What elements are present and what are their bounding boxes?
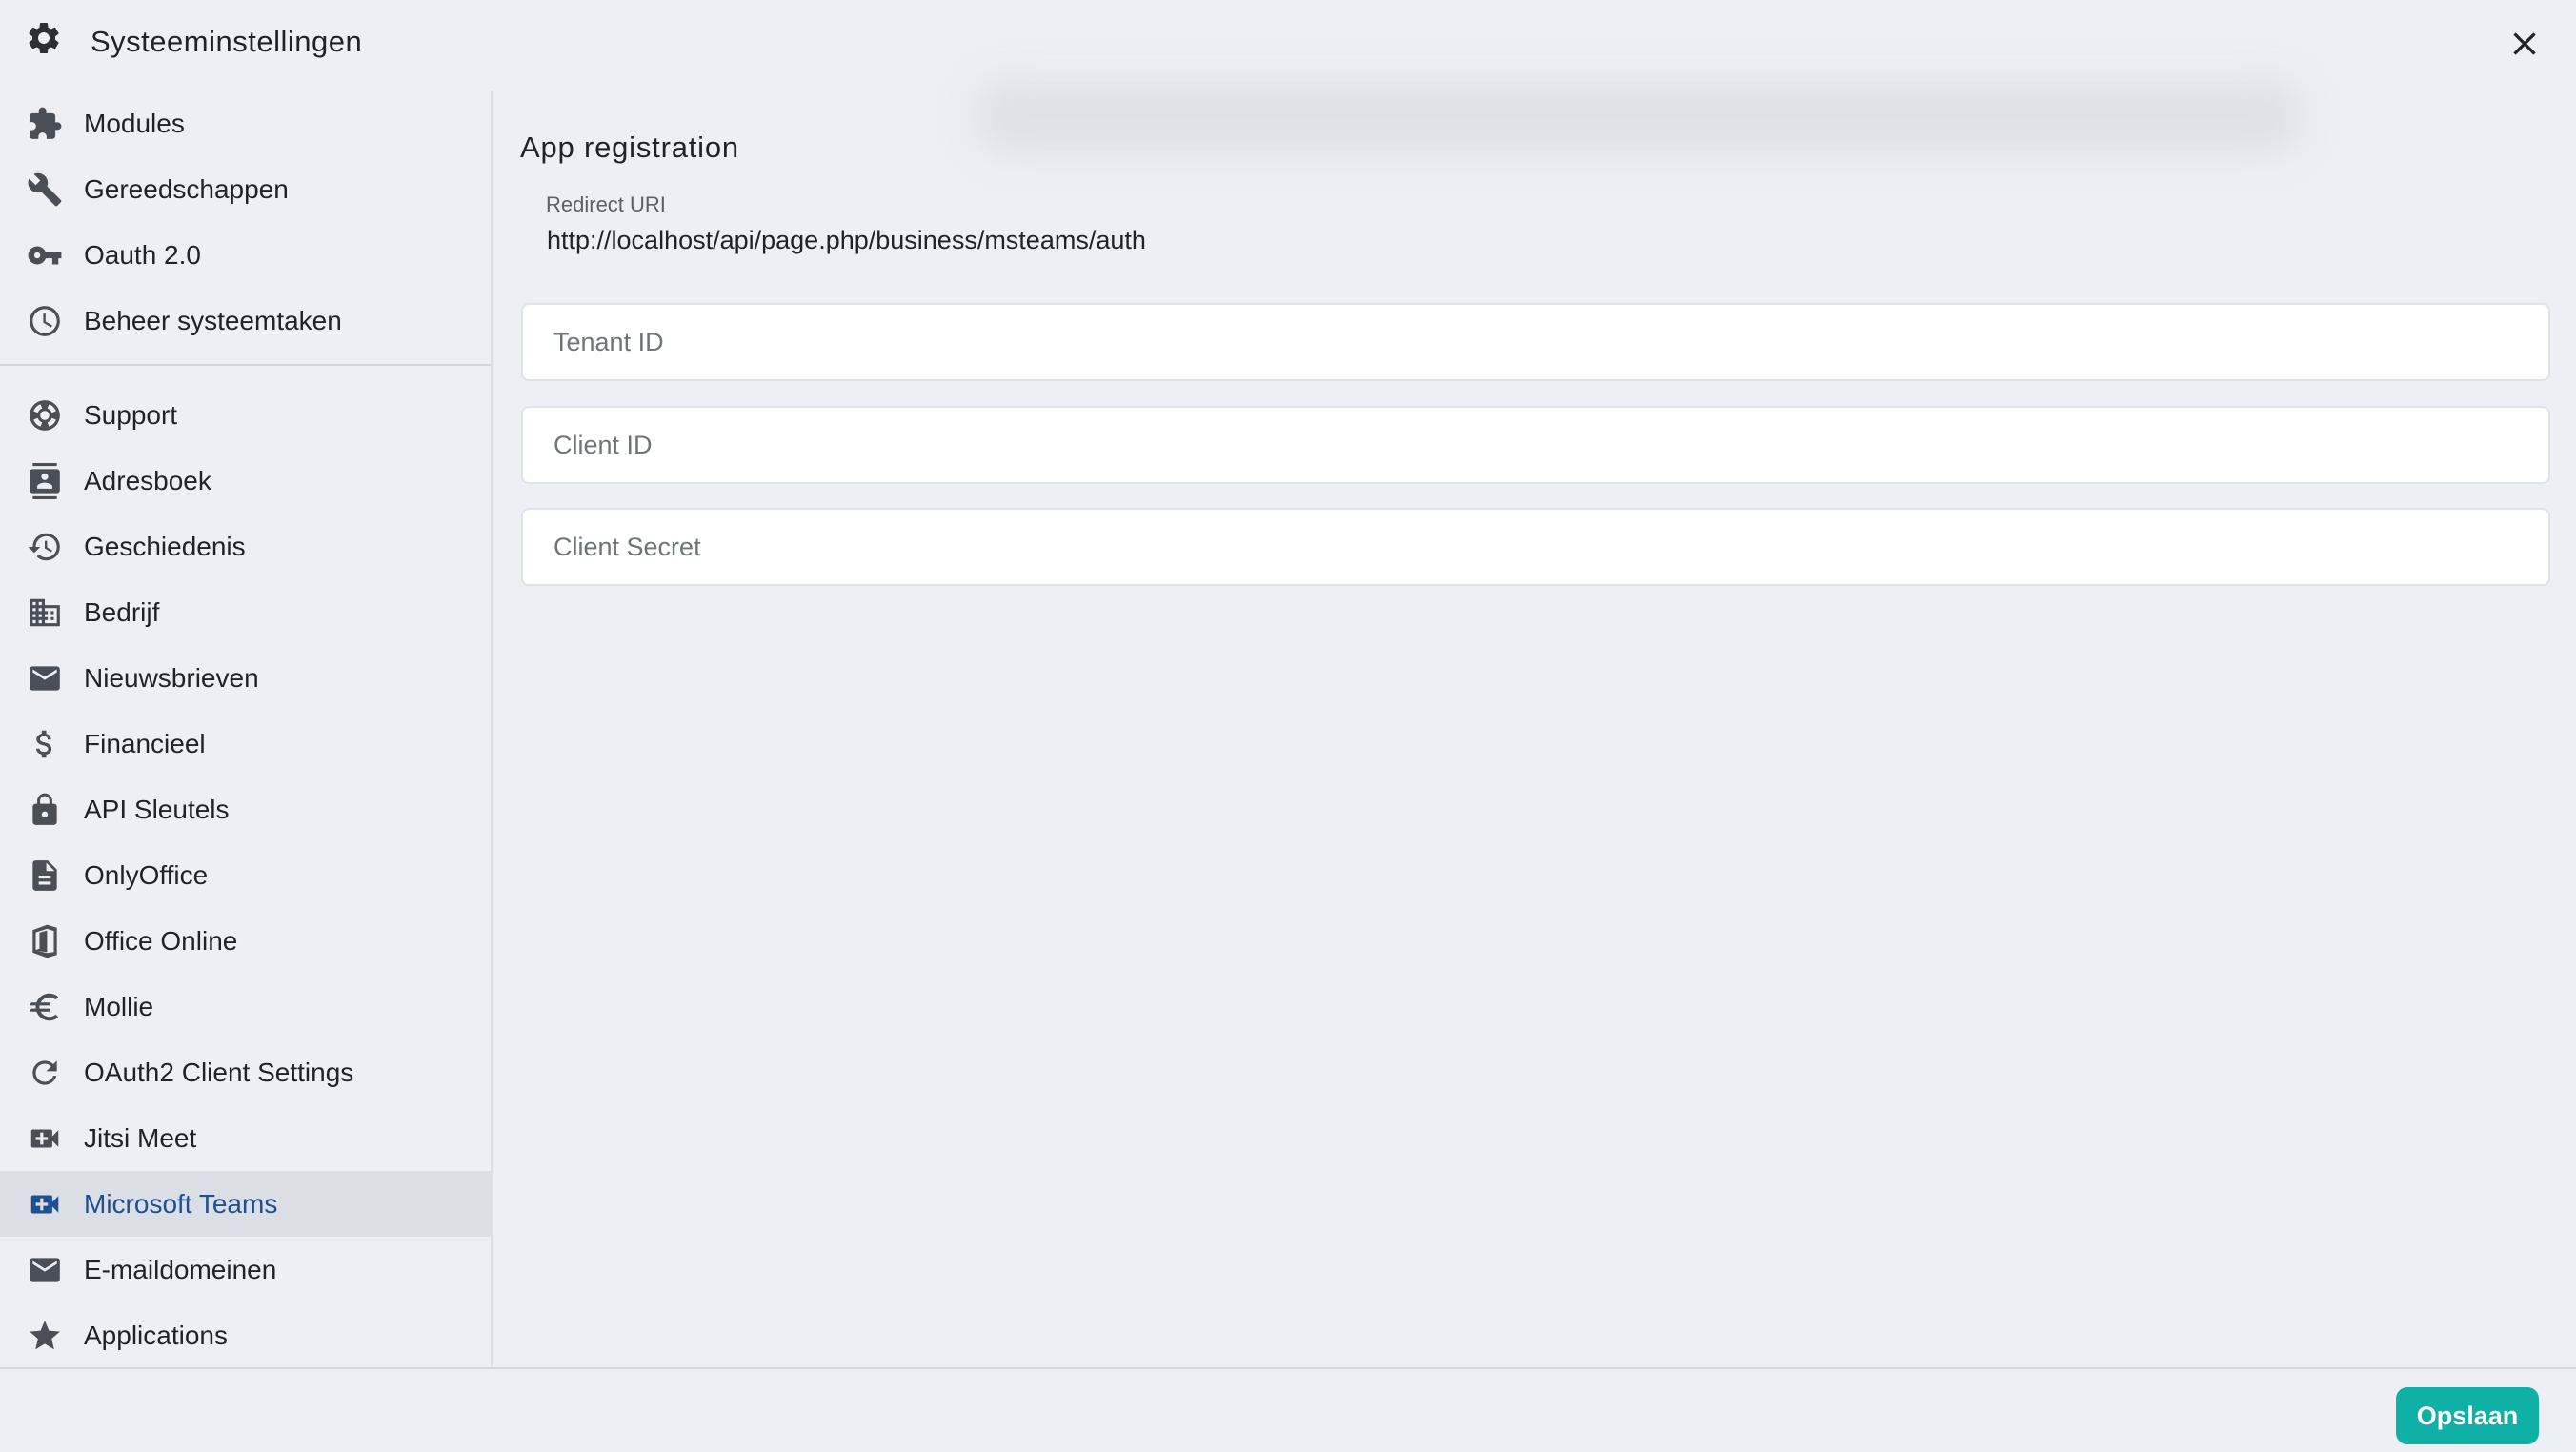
sidebar-item-label: Bedrijf: [84, 596, 160, 627]
euro-icon: [26, 988, 64, 1026]
star-icon: [26, 1317, 64, 1355]
sidebar-item-financieel[interactable]: Financieel: [0, 711, 491, 776]
title-bar: Systeeminstellingen: [0, 0, 2576, 88]
sidebar-item-onlyoffice[interactable]: OnlyOffice: [0, 842, 491, 908]
dollar-icon: [26, 725, 64, 763]
sidebar-item-geschiedenis[interactable]: Geschiedenis: [0, 514, 491, 579]
sidebar-item-label: Beheer systeemtaken: [84, 305, 342, 335]
refresh-icon: [26, 1054, 64, 1092]
save-button[interactable]: Opslaan: [2396, 1387, 2539, 1444]
client-id-field-container: [521, 406, 2550, 484]
sidebar-item-label: Applications: [84, 1320, 228, 1350]
building-icon: [26, 594, 64, 632]
sidebar-item-oauth[interactable]: Oauth 2.0: [0, 222, 491, 288]
sidebar-item-gereedschappen[interactable]: Gereedschappen: [0, 156, 491, 222]
tenant-id-field-container: [521, 303, 2550, 381]
sidebar-divider: [0, 364, 491, 366]
client-id-input[interactable]: [523, 408, 2548, 482]
key-icon: [26, 236, 64, 274]
history-icon: [26, 528, 64, 566]
redirect-uri-value: http://localhost/api/page.php/business/m…: [547, 226, 1146, 254]
lock-icon: [26, 791, 64, 829]
sidebar-item-label: Gereedschappen: [84, 173, 289, 204]
puzzle-icon: [26, 105, 64, 143]
video-add-icon: [26, 1185, 64, 1223]
main-panel: App registration Redirect URI http://loc…: [494, 91, 2576, 1367]
sidebar-item-systeemtaken[interactable]: Beheer systeemtaken: [0, 288, 491, 353]
mail-icon: [26, 659, 64, 697]
footer-bar: Opslaan: [0, 1367, 2576, 1452]
sidebar-item-label: Adresboek: [84, 465, 211, 495]
sidebar-item-label: Modules: [84, 108, 185, 138]
sidebar-item-label: E-maildomeinen: [84, 1254, 277, 1284]
sidebar-item-oauth2-client-settings[interactable]: OAuth2 Client Settings: [0, 1039, 491, 1105]
sidebar-item-label: Office Online: [84, 925, 238, 956]
document-icon: [26, 857, 64, 895]
sidebar-item-mollie[interactable]: Mollie: [0, 974, 491, 1039]
video-add-icon: [26, 1119, 64, 1158]
sidebar-item-office-online[interactable]: Office Online: [0, 908, 491, 974]
contact-card-icon: [26, 462, 64, 500]
sidebar-item-label: Jitsi Meet: [84, 1122, 197, 1153]
sidebar-item-api-sleutels[interactable]: API Sleutels: [0, 776, 491, 842]
sidebar-item-bedrijf[interactable]: Bedrijf: [0, 579, 491, 645]
sidebar: Modules Gereedschappen Oauth 2.0 Beheer …: [0, 91, 493, 1367]
sidebar-item-label: Support: [84, 399, 178, 430]
sidebar-item-label: API Sleutels: [84, 794, 230, 824]
sidebar-item-label: Mollie: [84, 991, 154, 1021]
sidebar-item-jitsi-meet[interactable]: Jitsi Meet: [0, 1105, 491, 1171]
sidebar-item-applications[interactable]: Applications: [0, 1302, 491, 1368]
sidebar-item-support[interactable]: Support: [0, 382, 491, 448]
gear-icon: [25, 19, 63, 57]
sidebar-item-label: Microsoft Teams: [84, 1188, 278, 1219]
office-icon: [26, 922, 64, 960]
section-title: App registration: [520, 131, 739, 164]
sidebar-item-nieuwsbrieven[interactable]: Nieuwsbrieven: [0, 645, 491, 711]
sidebar-item-modules[interactable]: Modules: [0, 91, 491, 156]
sidebar-item-label: Nieuwsbrieven: [84, 662, 259, 693]
client-secret-field-container: [521, 508, 2550, 586]
sidebar-item-adresboek[interactable]: Adresboek: [0, 448, 491, 514]
client-secret-input[interactable]: [523, 510, 2548, 584]
sidebar-item-e-maildomeinen[interactable]: E-maildomeinen: [0, 1237, 491, 1302]
tenant-id-input[interactable]: [523, 305, 2548, 379]
wrench-icon: [26, 171, 64, 209]
lifebuoy-icon: [26, 396, 64, 434]
sidebar-item-label: Geschiedenis: [84, 531, 246, 561]
sidebar-item-label: Financieel: [84, 728, 206, 758]
sidebar-item-label: OAuth2 Client Settings: [84, 1057, 354, 1087]
sidebar-item-label: OnlyOffice: [84, 859, 209, 890]
mail-icon: [26, 1251, 64, 1289]
redirect-uri-label: Redirect URI: [546, 192, 666, 216]
clock-icon: [26, 302, 64, 340]
sidebar-item-microsoft-teams[interactable]: Microsoft Teams: [0, 1171, 491, 1237]
close-icon[interactable]: [2506, 25, 2544, 63]
sidebar-item-label: Oauth 2.0: [84, 239, 201, 270]
window-title: Systeeminstellingen: [91, 25, 363, 58]
